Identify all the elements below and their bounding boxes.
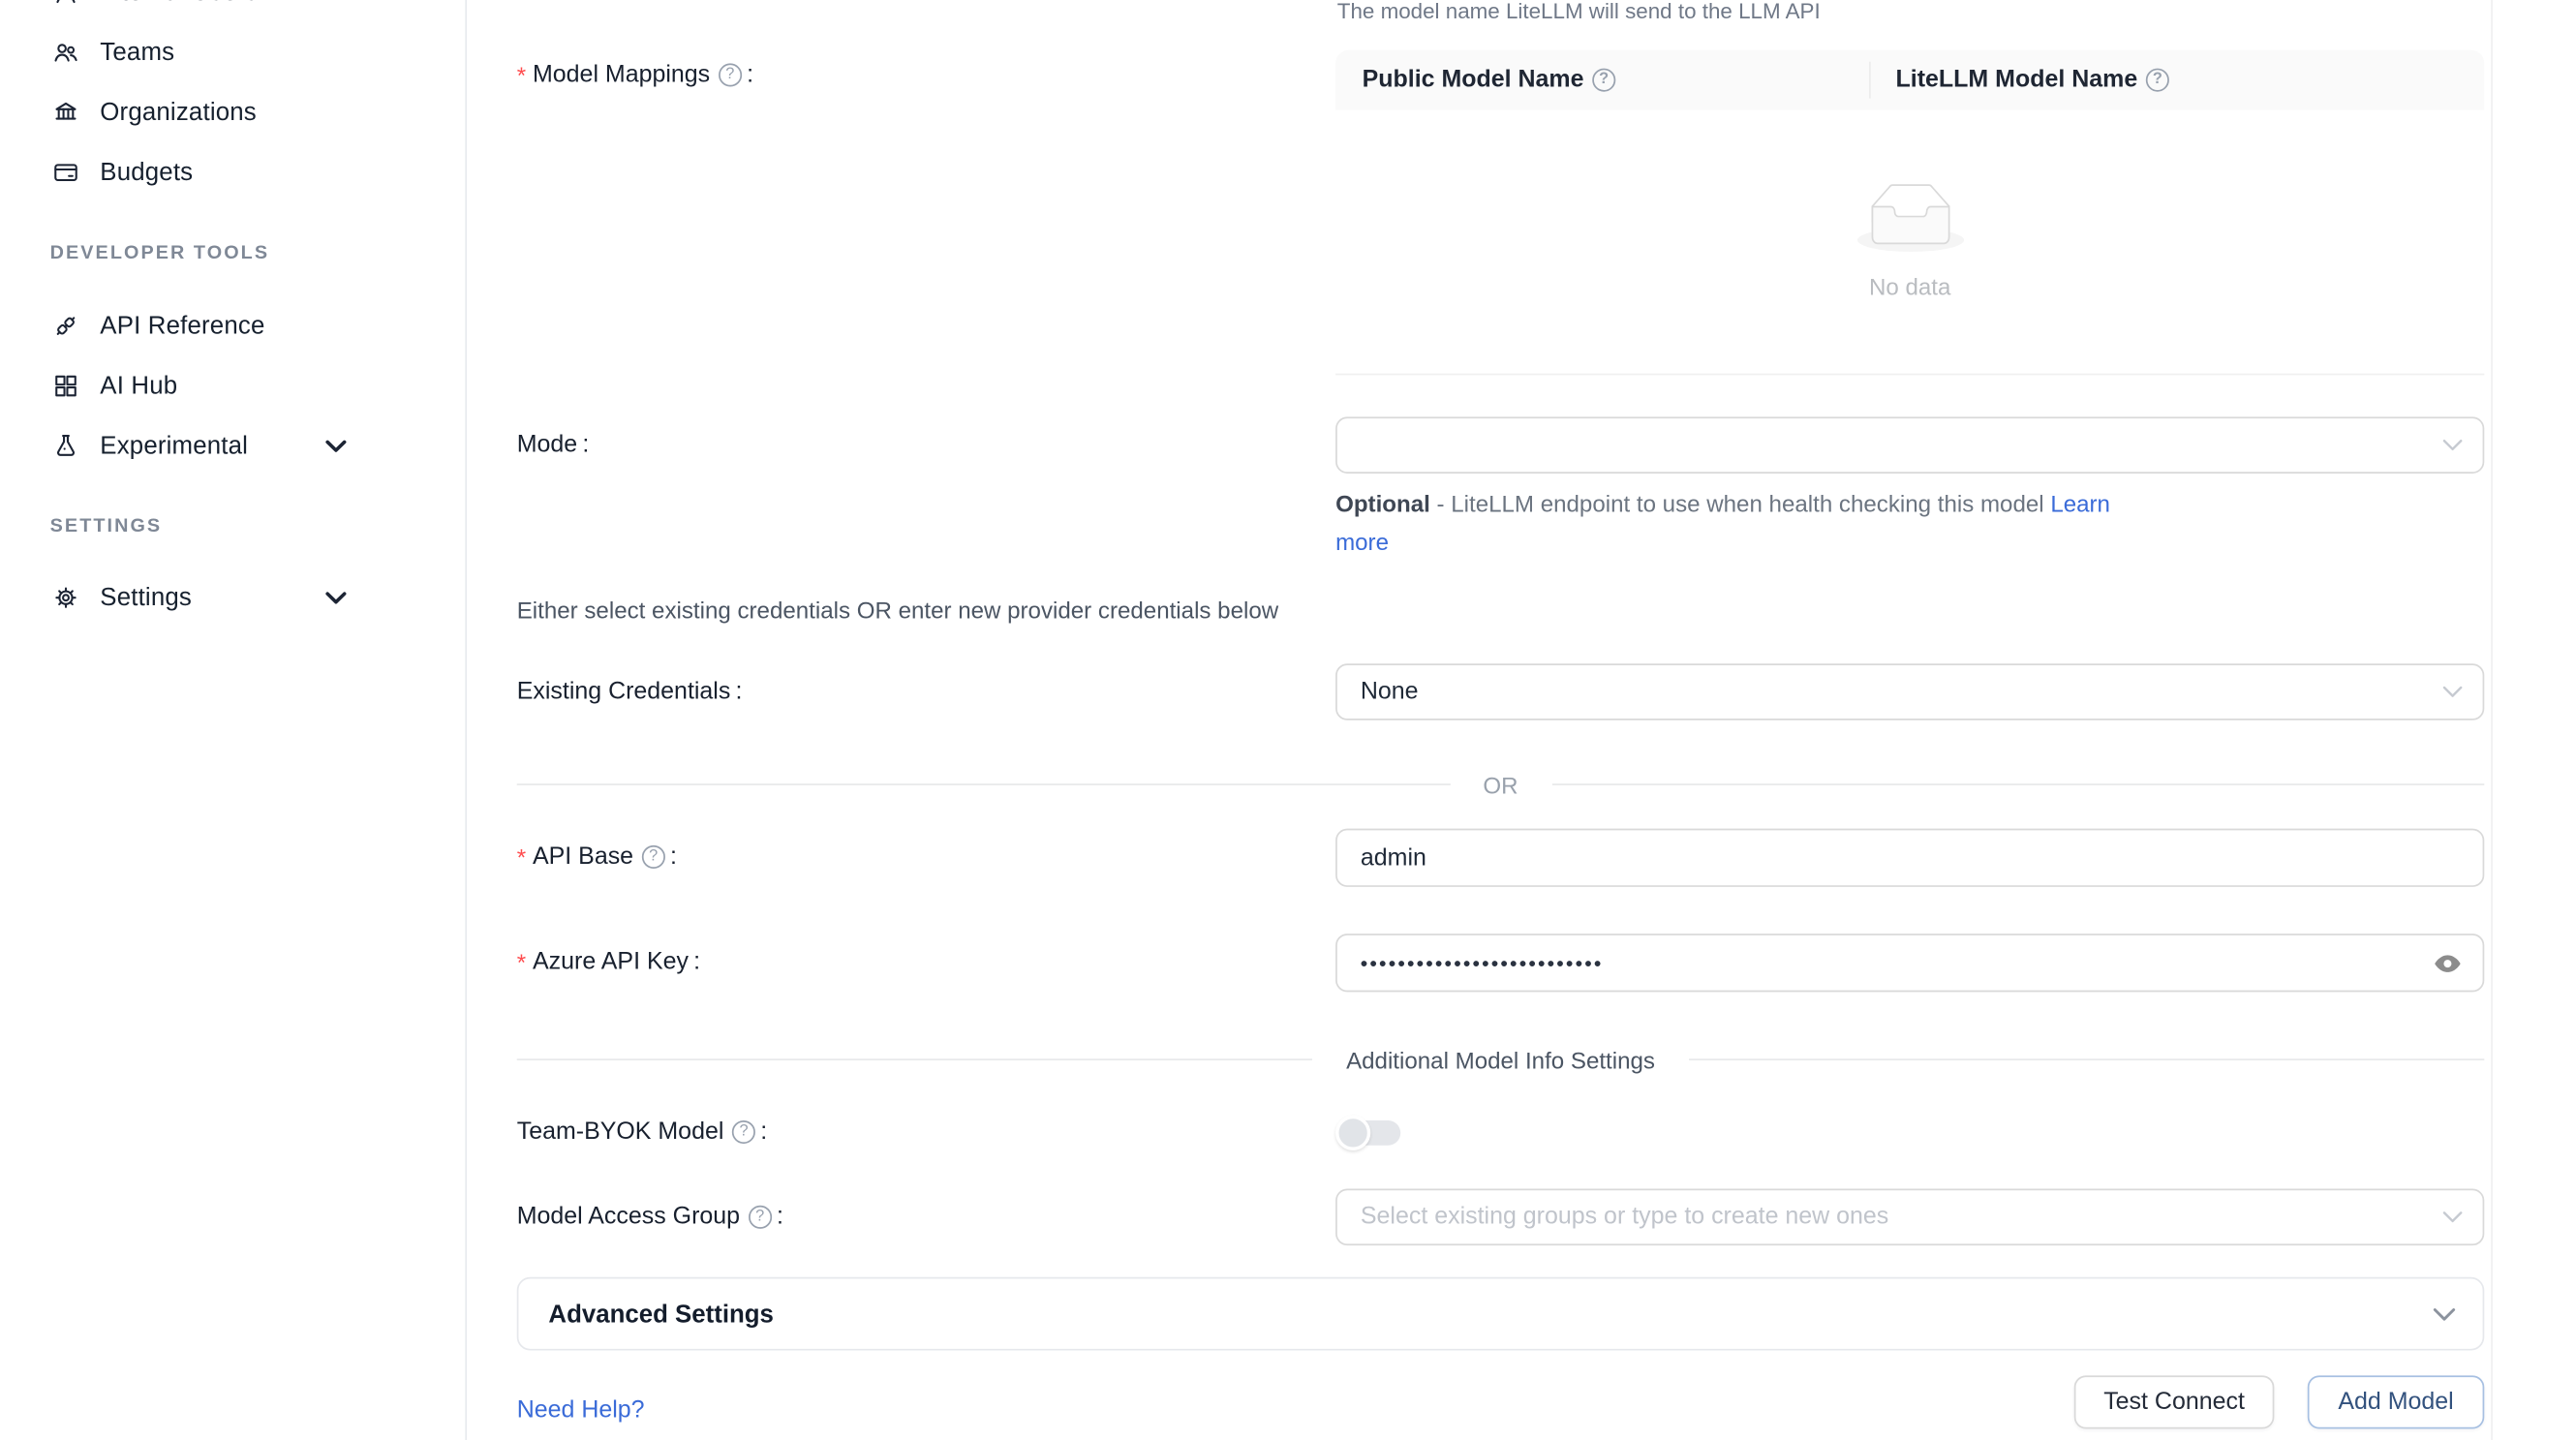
- sidebar-item-label: Experimental: [100, 431, 248, 459]
- sidebar-item-settings[interactable]: Settings: [0, 567, 467, 627]
- bank-icon: [50, 97, 80, 127]
- azure-api-key-field: [1335, 934, 2484, 992]
- need-help-link[interactable]: Need Help?: [517, 1397, 645, 1425]
- selected-value: None: [1361, 679, 1419, 706]
- sidebar-item-organizations[interactable]: Organizations: [0, 81, 467, 141]
- required-asterisk: *: [517, 949, 526, 976]
- api-base-field: [1335, 829, 2484, 887]
- learn-more-link[interactable]: more: [1335, 528, 1389, 555]
- model-access-group-field: [1335, 1189, 2484, 1246]
- advanced-settings-title: Advanced Settings: [548, 1300, 773, 1328]
- learn-more-link[interactable]: Learn: [2050, 490, 2110, 517]
- help-icon[interactable]: ?: [749, 1206, 772, 1229]
- existing-credentials-select[interactable]: None: [1335, 663, 2484, 720]
- sidebar-section-settings: SETTINGS: [50, 512, 163, 542]
- api-plug-icon: [50, 310, 80, 340]
- credit-card-icon: [50, 157, 80, 187]
- required-asterisk: *: [517, 843, 526, 871]
- sidebar-item-api-reference[interactable]: API Reference: [0, 295, 467, 355]
- help-icon[interactable]: ?: [719, 63, 742, 86]
- sidebar-item-label: Budgets: [100, 158, 193, 186]
- sidebar-item-label: AI Hub: [100, 371, 177, 399]
- api-base-label: * API Base ? :: [517, 843, 677, 871]
- flask-icon: [50, 430, 80, 460]
- model-name-hint: The model name LiteLLM will send to the …: [1337, 0, 1821, 23]
- help-icon[interactable]: ?: [642, 845, 665, 869]
- table-header: Public Model Name ? LiteLLM Model Name ?: [1335, 50, 2484, 110]
- column-divider: [1869, 62, 1871, 99]
- chevron-down-icon: [2442, 1210, 2463, 1224]
- sidebar-item-ai-hub[interactable]: AI Hub: [0, 355, 467, 415]
- user-icon: [50, 0, 80, 7]
- sidebar-item-label: Settings: [100, 583, 192, 611]
- or-divider: OR: [517, 770, 2485, 798]
- team-byok-label: Team-BYOK Model ? :: [517, 1118, 767, 1146]
- chevron-down-icon: [325, 590, 347, 604]
- app-window: Internal Users Teams Organizations Budge…: [0, 0, 2576, 1440]
- panel-right-border: [2491, 0, 2493, 1440]
- sidebar-item-internal-users[interactable]: Internal Users: [0, 0, 467, 21]
- chevron-down-icon: [2442, 439, 2463, 452]
- existing-credentials-label: Existing Credentials :: [517, 679, 743, 706]
- azure-api-key-input[interactable]: [1361, 951, 2433, 974]
- model-mappings-label: * Model Mappings ? :: [517, 62, 753, 89]
- sidebar-item-label: Organizations: [100, 98, 257, 126]
- grid-icon: [50, 370, 80, 400]
- azure-api-key-label: * Azure API Key :: [517, 949, 700, 976]
- team-byok-toggle[interactable]: [1335, 1114, 1402, 1150]
- test-connect-button[interactable]: Test Connect: [2074, 1375, 2275, 1428]
- add-model-button[interactable]: Add Model: [2308, 1375, 2484, 1428]
- add-model-form: The model name LiteLLM will send to the …: [467, 0, 2576, 1440]
- sidebar-item-experimental[interactable]: Experimental: [0, 415, 467, 475]
- required-asterisk: *: [517, 62, 526, 89]
- sidebar-section-developer-tools: DEVELOPER TOOLS: [50, 238, 269, 268]
- advanced-settings-panel[interactable]: Advanced Settings: [517, 1277, 2485, 1351]
- table-empty-state: No data: [1335, 110, 2484, 376]
- help-icon[interactable]: ?: [732, 1120, 755, 1144]
- sidebar-item-teams[interactable]: Teams: [0, 21, 467, 81]
- mode-help-text: Optional - LiteLLM endpoint to use when …: [1335, 485, 2146, 560]
- empty-inbox-icon: [1856, 183, 1963, 260]
- model-mappings-table: Public Model Name ? LiteLLM Model Name ?…: [1335, 50, 2484, 376]
- sidebar: Internal Users Teams Organizations Budge…: [0, 0, 467, 1440]
- sidebar-item-label: Teams: [100, 38, 174, 66]
- sidebar-item-label: API Reference: [100, 311, 264, 339]
- column-public-model-name: Public Model Name ?: [1335, 67, 1869, 94]
- sidebar-item-budgets[interactable]: Budgets: [0, 141, 467, 201]
- help-icon[interactable]: ?: [1592, 69, 1615, 92]
- help-icon[interactable]: ?: [2146, 69, 2169, 92]
- mode-label: Mode :: [517, 432, 590, 459]
- column-litellm-model-name: LiteLLM Model Name ?: [1869, 67, 2169, 94]
- gear-icon: [50, 582, 80, 612]
- chevron-down-icon: [2433, 1306, 2456, 1321]
- api-base-input[interactable]: [1361, 844, 2433, 872]
- no-data-text: No data: [1869, 273, 1950, 300]
- credentials-note: Either select existing credentials OR en…: [517, 597, 1278, 624]
- mode-select[interactable]: [1335, 416, 2484, 474]
- model-access-group-label: Model Access Group ? :: [517, 1204, 783, 1231]
- chevron-down-icon: [325, 438, 347, 452]
- model-access-group-input[interactable]: [1361, 1204, 2433, 1231]
- eye-icon[interactable]: [2433, 948, 2463, 978]
- additional-settings-divider: Additional Model Info Settings: [517, 1045, 2485, 1073]
- sidebar-item-label: Internal Users: [100, 0, 258, 6]
- teams-icon: [50, 37, 80, 67]
- chevron-down-icon: [2442, 686, 2463, 699]
